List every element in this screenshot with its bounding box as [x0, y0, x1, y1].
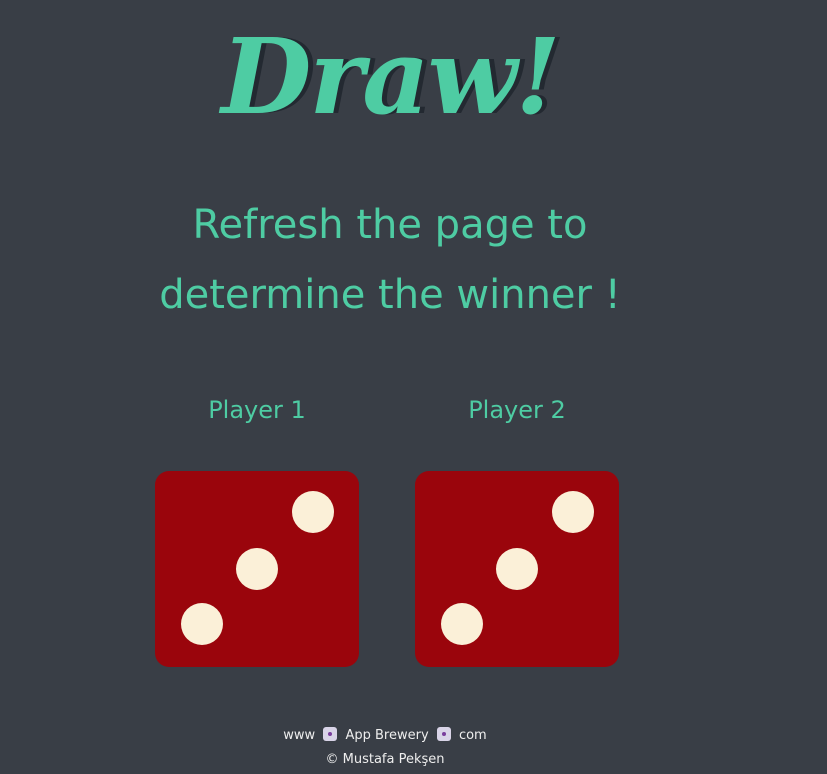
- player-1-label: Player 1: [208, 396, 306, 424]
- player-2-label: Player 2: [468, 396, 566, 424]
- footer-brand-line: www App Brewery com: [240, 724, 530, 748]
- dicee-page: Draw! Refresh the page to determine the …: [0, 0, 827, 774]
- footer: www App Brewery com © Mustafa Pekşen: [240, 724, 530, 772]
- die-pip: [236, 548, 278, 590]
- game-die-icon: [436, 727, 451, 741]
- footer-suffix: com: [458, 728, 487, 743]
- die-pip: [496, 548, 538, 590]
- die-pip: [292, 491, 334, 533]
- footer-brand: App Brewery: [345, 728, 429, 743]
- player-2-panel: Player 2: [415, 392, 619, 667]
- player-1-die: [155, 471, 359, 667]
- die-pip: [552, 491, 594, 533]
- instructions-line-2: determine the winner !: [159, 272, 621, 318]
- page-title: Draw!: [221, 15, 561, 138]
- player-2-die: [415, 471, 619, 667]
- player-1-panel: Player 1: [155, 392, 359, 667]
- footer-prefix: www: [283, 728, 316, 743]
- instructions: Refresh the page to determine the winner…: [140, 190, 640, 330]
- game-die-icon: [323, 727, 338, 741]
- die-pip: [181, 603, 223, 645]
- instructions-line-1: Refresh the page to: [192, 202, 588, 248]
- die-pip: [441, 603, 483, 645]
- footer-credit: © Mustafa Pekşen: [325, 752, 445, 767]
